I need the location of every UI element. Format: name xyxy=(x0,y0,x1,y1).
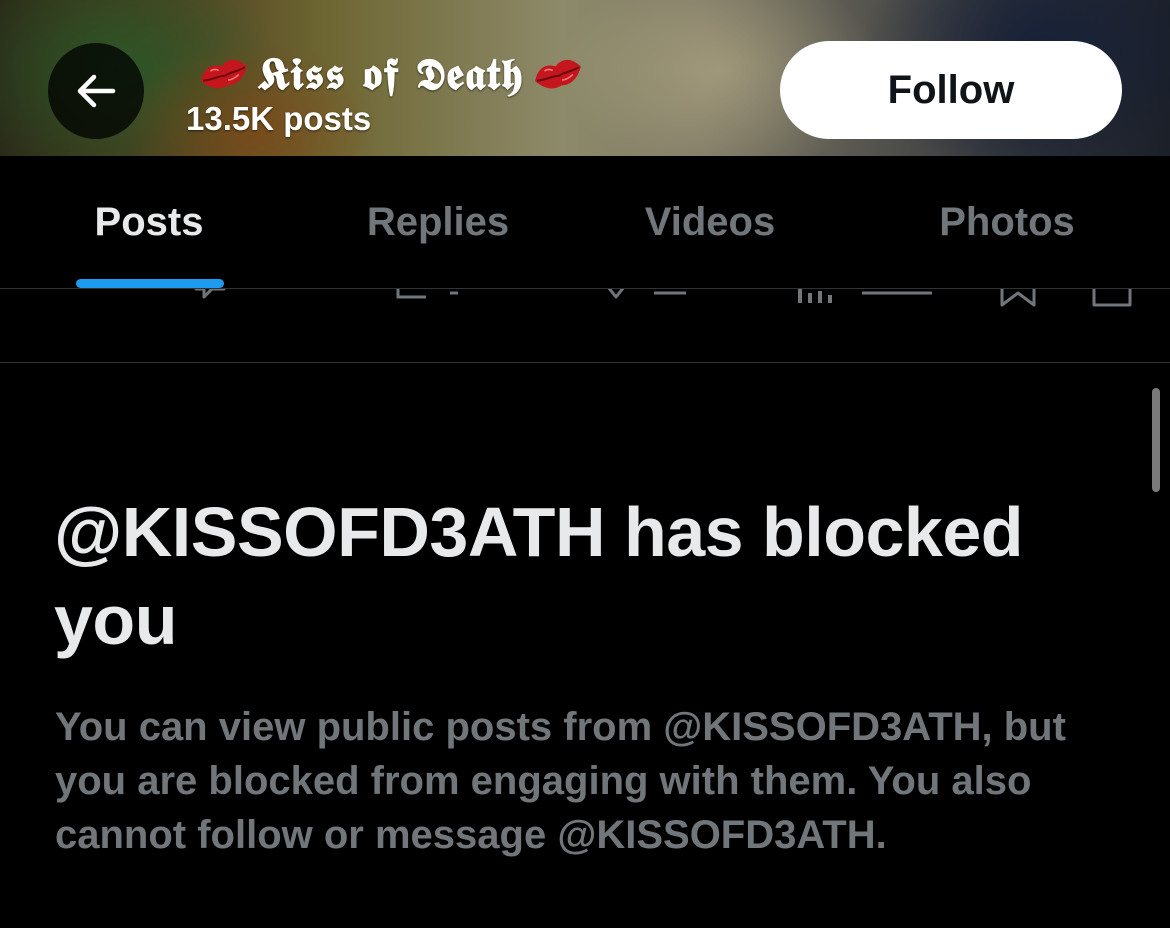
active-tab-indicator xyxy=(76,279,224,288)
repost-icon[interactable] xyxy=(392,289,472,303)
share-icon[interactable] xyxy=(1090,289,1134,309)
like-icon[interactable] xyxy=(596,289,696,307)
tab-videos[interactable]: Videos xyxy=(578,156,842,289)
blocked-title: @KISSOFD3ATH has blocked you xyxy=(54,493,1024,659)
profile-header: 𝕶𝖎𝖘𝖘 𝖔𝖋 𝕯𝖊𝖆𝖙𝖍 13.5K posts Follow xyxy=(0,0,1170,156)
back-button[interactable] xyxy=(48,43,144,139)
tab-photos[interactable]: Photos xyxy=(842,156,1170,289)
post-count: 13.5K posts xyxy=(186,100,372,137)
profile-name-text: 𝕶𝖎𝖘𝖘 𝖔𝖋 𝕯𝖊𝖆𝖙𝖍 xyxy=(258,48,524,100)
profile-tabs: Posts Replies Videos Photos xyxy=(0,156,1170,289)
follow-button[interactable]: Follow xyxy=(780,41,1122,139)
kiss-lips-icon xyxy=(201,59,247,89)
divider xyxy=(0,362,1170,363)
tab-replies[interactable]: Replies xyxy=(298,156,578,289)
profile-page: 𝕶𝖎𝖘𝖘 𝖔𝖋 𝕯𝖊𝖆𝖙𝖍 13.5K posts Follow Posts R… xyxy=(0,0,1170,928)
post-action-row xyxy=(0,289,1170,362)
scrollbar[interactable] xyxy=(1152,388,1160,492)
reply-icon[interactable] xyxy=(190,289,230,303)
blocked-description: You can view public posts from @KISSOFD3… xyxy=(55,705,1066,857)
kiss-lips-icon xyxy=(534,59,581,89)
arrow-left-icon xyxy=(77,74,116,108)
profile-display-name: 𝕶𝖎𝖘𝖘 𝖔𝖋 𝕯𝖊𝖆𝖙𝖍 xyxy=(190,46,592,102)
bookmark-icon[interactable] xyxy=(998,289,1038,309)
tab-posts[interactable]: Posts xyxy=(0,156,298,289)
views-icon[interactable] xyxy=(796,289,936,307)
